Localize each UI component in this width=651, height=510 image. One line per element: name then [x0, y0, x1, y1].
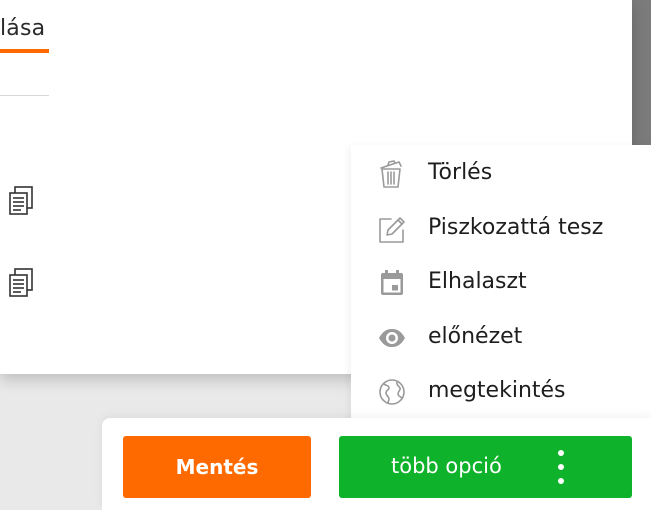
- eye-icon: [379, 329, 405, 347]
- scrollbar[interactable]: [632, 0, 651, 145]
- menu-item-draft[interactable]: Piszkozattá tesz: [351, 208, 651, 248]
- menu-item-preview[interactable]: előnézet: [351, 317, 651, 357]
- divider: [0, 95, 49, 96]
- menu-item-view[interactable]: megtekintés: [351, 371, 651, 411]
- trash-icon: [380, 160, 402, 188]
- kebab-menu-icon: [558, 450, 564, 484]
- pencil-icon: [379, 217, 405, 243]
- tab-label[interactable]: lása: [0, 16, 45, 41]
- menu-item-postpone[interactable]: Elhalaszt: [351, 262, 651, 302]
- calendar-icon: [381, 270, 403, 295]
- more-options-button[interactable]: több opció: [339, 436, 632, 498]
- globe-icon: [379, 379, 405, 405]
- menu-item-label: Törlés: [428, 160, 493, 185]
- menu-item-delete[interactable]: Törlés: [351, 153, 651, 193]
- menu-item-label: előnézet: [428, 324, 523, 349]
- active-tab-indicator: [0, 49, 49, 53]
- more-options-label: több opció: [391, 454, 502, 478]
- more-options-menu: Törlés Piszkozattá tesz Elhalaszt előnéz…: [351, 145, 651, 435]
- save-button[interactable]: Mentés: [123, 436, 311, 498]
- documents-icon[interactable]: [8, 268, 34, 298]
- menu-item-label: megtekintés: [428, 378, 566, 403]
- action-bar: Mentés több opció: [102, 418, 651, 510]
- menu-item-label: Piszkozattá tesz: [428, 215, 604, 240]
- documents-icon[interactable]: [8, 186, 34, 216]
- menu-item-label: Elhalaszt: [428, 269, 527, 294]
